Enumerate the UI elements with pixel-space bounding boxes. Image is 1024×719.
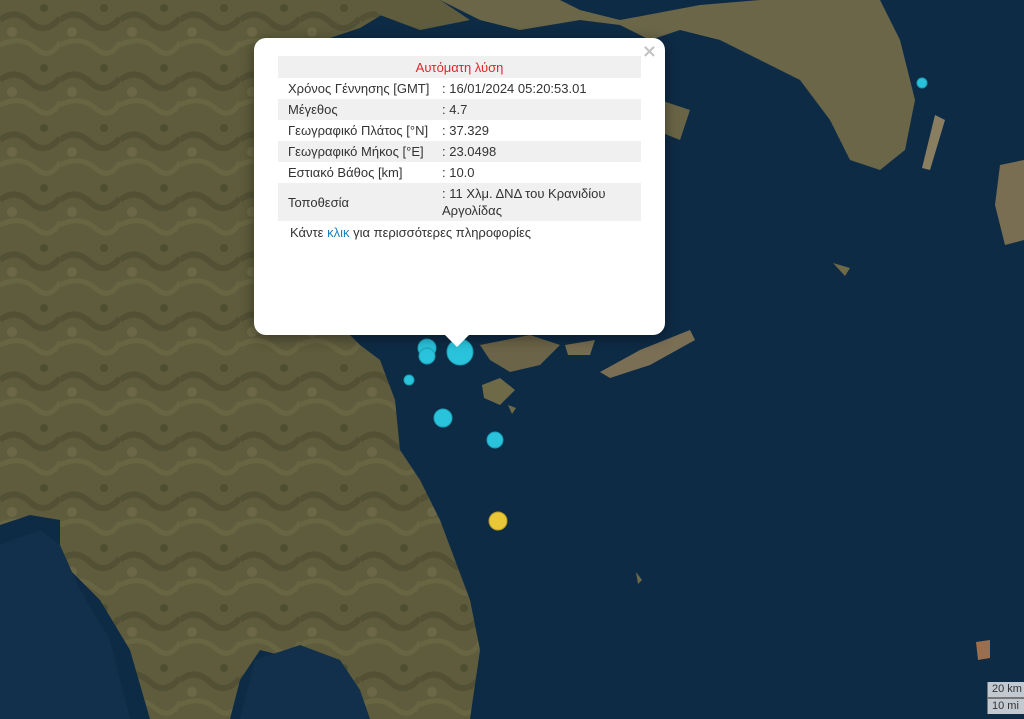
row-label: Τοποθεσία bbox=[278, 183, 438, 221]
table-row: Γεωγραφικό Μήκος [°E] : 23.0498 bbox=[278, 141, 641, 162]
row-label: Γεωγραφικό Πλάτος [°N] bbox=[288, 123, 429, 138]
more-suffix: για περισσότερες πληροφορίες bbox=[349, 225, 532, 240]
table-row: Εστιακό Βάθος [km] : 10.0 bbox=[278, 162, 641, 183]
earthquake-info-table: Αυτόματη λύση Χρόνος Γέννησης [GMT] : 16… bbox=[278, 56, 641, 221]
row-value: : 37.329 bbox=[442, 123, 489, 138]
row-label: Μέγεθος bbox=[278, 99, 438, 120]
table-row: Χρόνος Γέννησης [GMT] : 16/01/2024 05:20… bbox=[278, 78, 641, 99]
row-value: : 16/01/2024 05:20:53.01 bbox=[442, 81, 587, 96]
more-prefix: Κάντε bbox=[290, 225, 328, 240]
scale-km: 20 km bbox=[987, 682, 1024, 698]
scale-bar: 20 km 10 mi bbox=[987, 682, 1024, 714]
popup-tip bbox=[443, 333, 471, 347]
row-value: : 23.0498 bbox=[438, 141, 641, 162]
close-icon[interactable]: × bbox=[642, 42, 657, 62]
earthquake-marker[interactable] bbox=[418, 347, 436, 365]
row-value: : 4.7 bbox=[438, 99, 641, 120]
earthquake-info-popup: × Αυτόματη λύση Χρόνος Γέννησης [GMT] : … bbox=[254, 38, 665, 335]
table-row: Γεωγραφικό Πλάτος [°N] : 37.329 bbox=[278, 120, 641, 141]
row-value: : 10.0 bbox=[442, 165, 475, 180]
table-row: Μέγεθος : 4.7 bbox=[278, 99, 641, 120]
row-label: Εστιακό Βάθος [km] bbox=[288, 165, 403, 180]
earthquake-marker[interactable] bbox=[403, 374, 415, 386]
more-info-link[interactable]: κλικ bbox=[327, 225, 349, 240]
popup-title: Αυτόματη λύση bbox=[278, 56, 641, 78]
row-label: Χρόνος Γέννησης [GMT] bbox=[288, 81, 430, 96]
table-row: Τοποθεσία : 11 Χλμ. ΔΝΔ του Κρανιδίου Αρ… bbox=[278, 183, 641, 221]
islet-4 bbox=[976, 640, 990, 660]
earthquake-marker[interactable] bbox=[486, 431, 504, 449]
more-info-text: Κάντε κλικ για περισσότερες πληροφορίες bbox=[278, 225, 641, 240]
row-label: Γεωγραφικό Μήκος [°E] bbox=[278, 141, 438, 162]
row-value: : 11 Χλμ. ΔΝΔ του Κρανιδίου Αργολίδας bbox=[438, 183, 641, 221]
scale-mi: 10 mi bbox=[987, 698, 1024, 714]
earthquake-marker-older[interactable] bbox=[488, 511, 508, 531]
earthquake-marker[interactable] bbox=[433, 408, 453, 428]
earthquake-marker[interactable] bbox=[916, 77, 928, 89]
